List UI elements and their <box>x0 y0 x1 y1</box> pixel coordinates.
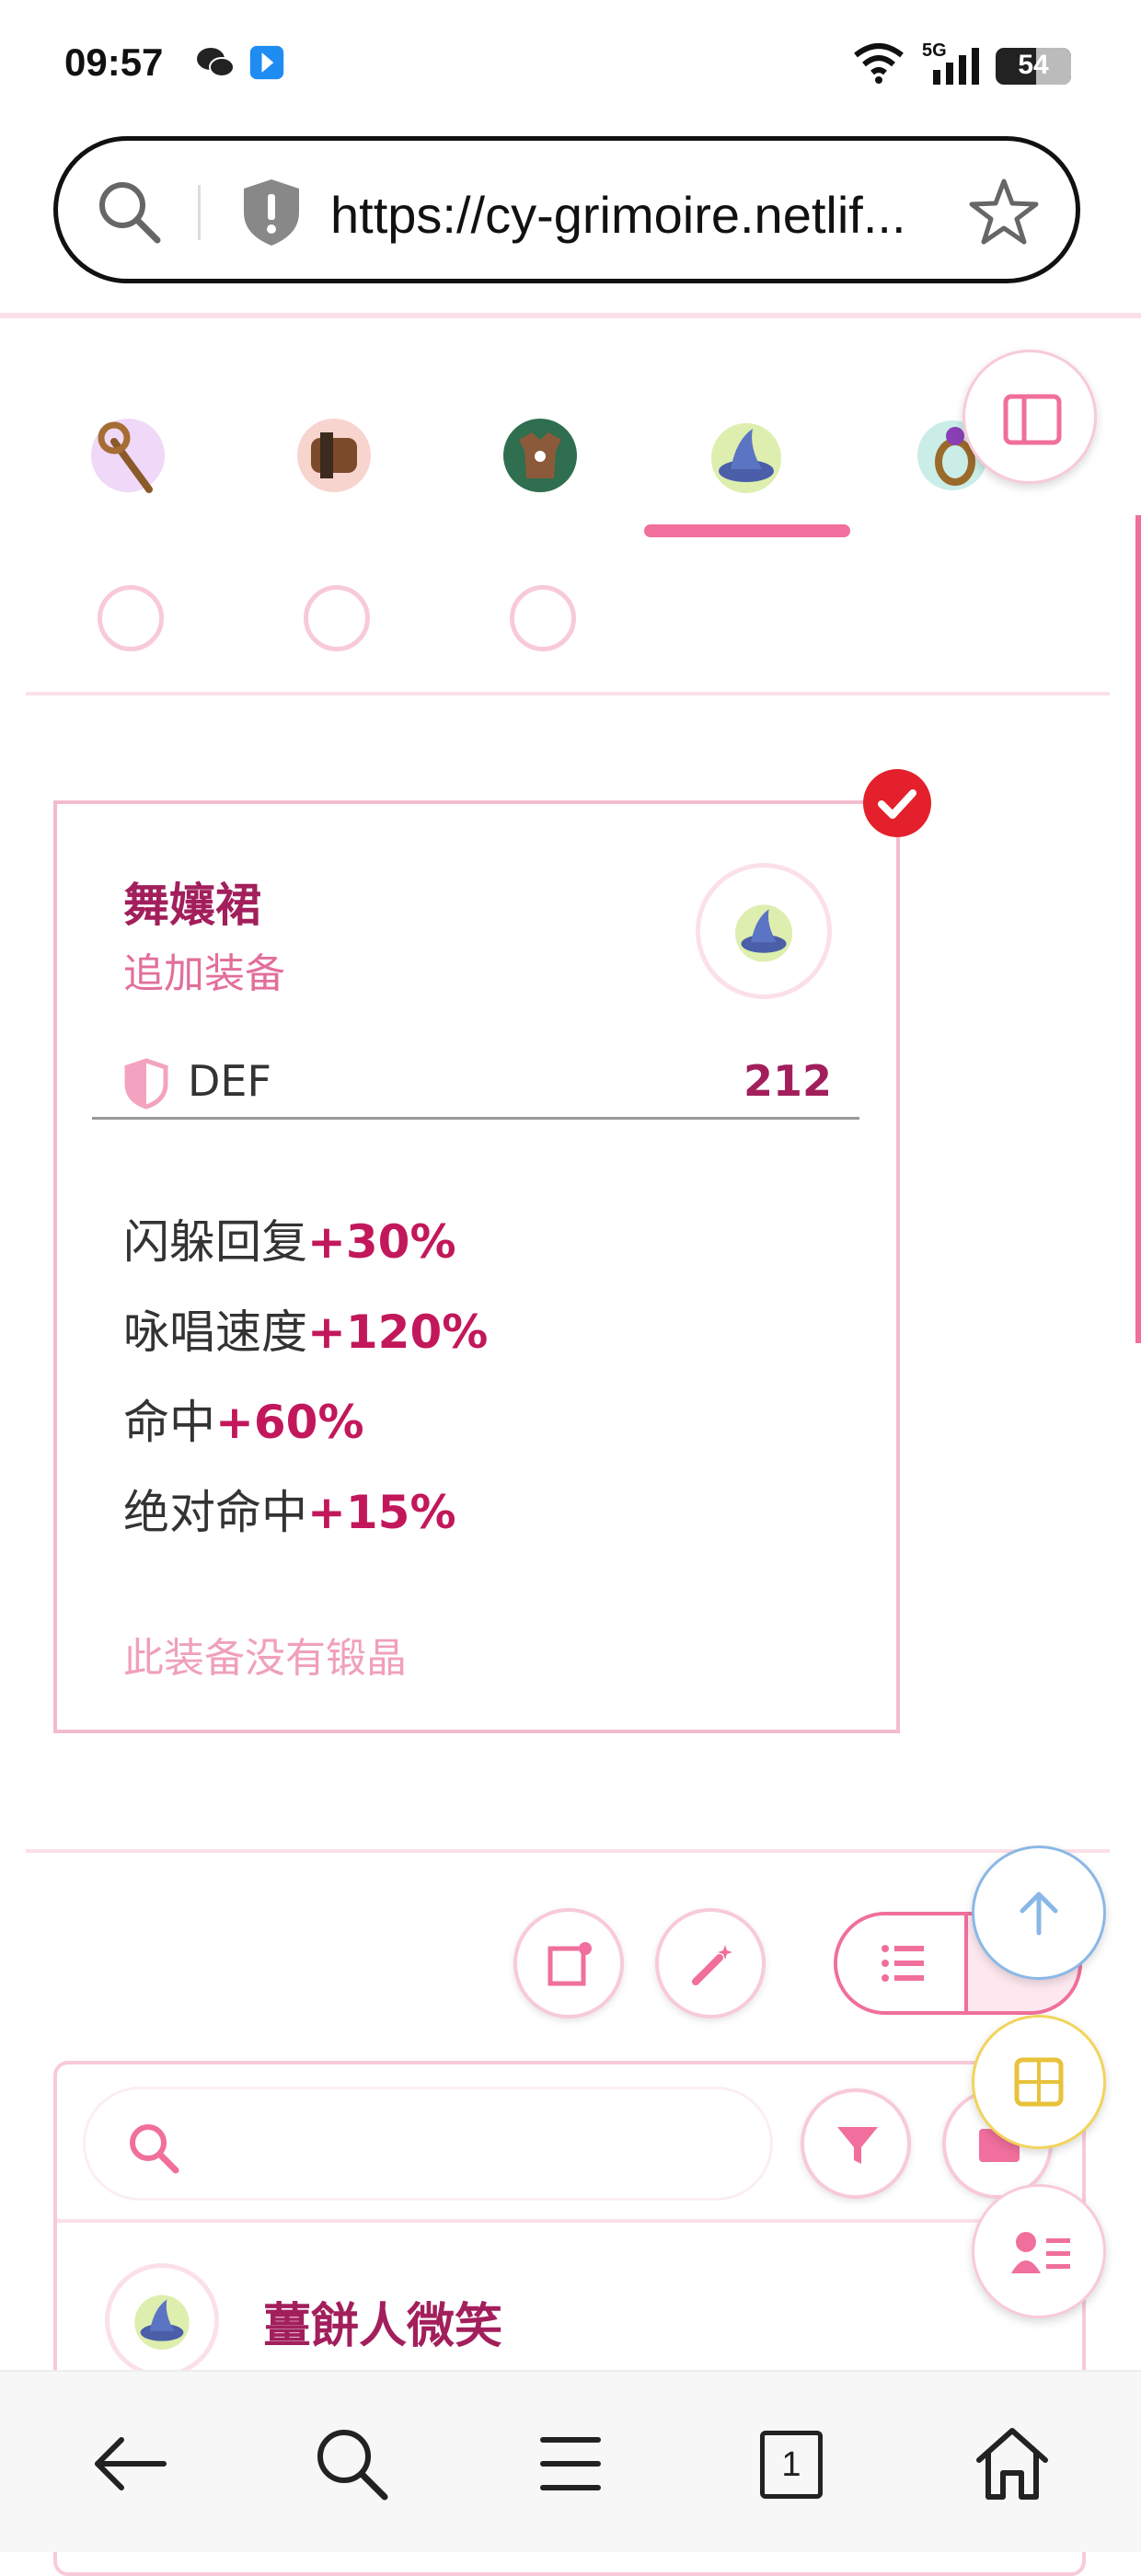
crystal-slot-3[interactable] <box>510 585 576 651</box>
tabs-count: 1 <box>760 2431 823 2499</box>
calculator-icon <box>1014 2057 1064 2107</box>
stat-label: 闪躲回复 <box>123 1215 307 1269</box>
signal-icon <box>933 48 979 85</box>
home-icon[interactable] <box>966 2418 1058 2510</box>
tab-body-armor[interactable] <box>490 405 591 506</box>
def-value: 212 <box>743 1056 832 1106</box>
calculator-button[interactable] <box>972 2015 1106 2149</box>
item-name: 薑餅人微笑 <box>263 2299 503 2354</box>
filter-button[interactable] <box>801 2088 911 2199</box>
magic-wand-icon <box>692 1945 732 1985</box>
armor-icon <box>503 419 577 492</box>
section-divider <box>26 692 1110 696</box>
search-icon <box>130 2124 179 2174</box>
stat-row: 绝对命中+15% <box>123 1476 456 1542</box>
search-icon[interactable] <box>305 2418 398 2510</box>
shield-icon[interactable] <box>238 176 305 249</box>
wechat-icon <box>197 48 235 77</box>
item-icon <box>105 2263 219 2377</box>
hat-icon <box>134 2294 190 2351</box>
equipment-name: 舞孃裙 <box>123 879 261 932</box>
equipment-icon <box>696 863 832 999</box>
divider <box>198 185 201 240</box>
staff-icon <box>91 419 165 493</box>
hat-icon <box>711 423 781 493</box>
search-input[interactable] <box>83 2087 773 2201</box>
equipment-category: 追加装备 <box>123 950 285 997</box>
panel-divider <box>57 2219 1082 2223</box>
stat-value: +30% <box>307 1215 456 1269</box>
stat-value: +15% <box>307 1486 456 1539</box>
note-icon <box>547 1942 592 1986</box>
stat-value: +60% <box>215 1396 364 1449</box>
status-bar: 09:57 5G 54 <box>0 0 1141 129</box>
toggle-sidebar-button[interactable] <box>962 350 1097 484</box>
address-bar[interactable]: https://cy-grimoire.netlif... <box>53 136 1080 283</box>
menu-icon[interactable] <box>524 2418 617 2510</box>
stat-row: 咏唱速度+120% <box>123 1295 488 1362</box>
browser-nav-bar: 1 <box>0 2370 1141 2552</box>
active-tab-indicator <box>644 524 850 537</box>
wifi-icon <box>854 43 904 84</box>
crystal-slot-2[interactable] <box>304 585 370 651</box>
url-text[interactable]: https://cy-grimoire.netlif... <box>330 185 906 245</box>
stat-label: 命中 <box>123 1396 215 1449</box>
list-icon <box>882 1945 924 1982</box>
def-row: DEF 212 <box>92 1043 859 1120</box>
sidebar-icon <box>1003 394 1062 445</box>
app-notification-icon <box>249 45 284 80</box>
back-icon[interactable] <box>85 2418 177 2510</box>
search-icon[interactable] <box>95 178 163 246</box>
equipment-card[interactable]: 舞孃裙 追加装备 DEF 212 闪躲回复+30% 咏唱速度+120% 命中+6… <box>53 800 900 1733</box>
tab-additional[interactable] <box>696 405 797 506</box>
arrow-up-icon <box>1020 1892 1058 1936</box>
tabs-button[interactable]: 1 <box>743 2418 836 2510</box>
battery-icon: 54 <box>996 48 1071 85</box>
character-button[interactable] <box>972 2184 1106 2318</box>
list-view-button[interactable] <box>837 1915 968 2011</box>
stat-label: 咏唱速度 <box>123 1305 307 1359</box>
gauntlet-icon <box>297 419 371 492</box>
stat-row: 闪躲回复+30% <box>123 1205 456 1271</box>
crystal-note: 此装备没有锻晶 <box>123 1635 407 1682</box>
edit-button[interactable] <box>655 1908 766 2018</box>
filter-icon <box>837 2127 878 2164</box>
stat-row: 命中+60% <box>123 1386 364 1452</box>
selected-check-icon <box>863 769 931 837</box>
tab-sub-weapon[interactable] <box>283 405 385 506</box>
scrollbar[interactable] <box>1135 515 1141 1343</box>
scroll-top-button[interactable] <box>972 1846 1106 1980</box>
add-note-button[interactable] <box>513 1908 624 2018</box>
def-label: DEF <box>188 1056 271 1106</box>
battery-level: 54 <box>1018 50 1049 80</box>
header-divider <box>0 313 1141 318</box>
star-icon[interactable] <box>967 176 1041 249</box>
hat-icon <box>734 904 793 962</box>
shield-icon <box>124 1058 168 1110</box>
contact-card-icon <box>1011 2232 1070 2273</box>
stat-label: 绝对命中 <box>123 1486 307 1539</box>
crystal-slot-1[interactable] <box>98 585 164 651</box>
tab-weapon[interactable] <box>77 405 179 506</box>
clock: 09:57 <box>64 40 164 84</box>
stat-value: +120% <box>307 1305 489 1359</box>
section-divider <box>26 1849 1110 1853</box>
